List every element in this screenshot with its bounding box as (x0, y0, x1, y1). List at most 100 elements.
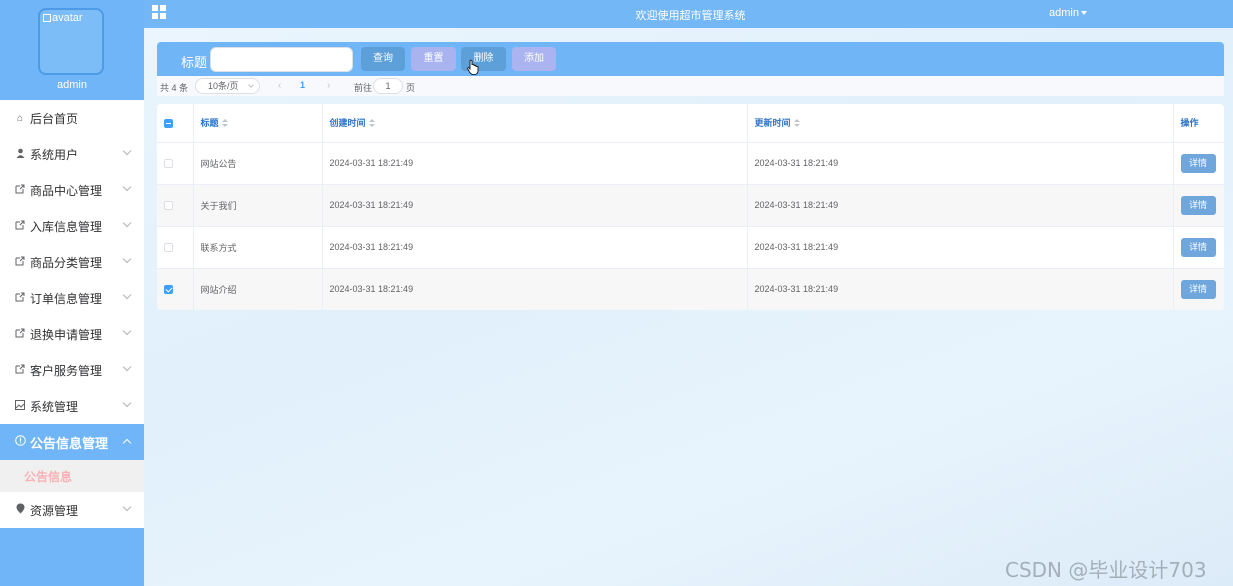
sidebar-item-system-users[interactable]: 系统用户 (0, 136, 144, 172)
column-header-title[interactable]: 标题 (193, 104, 323, 143)
share-icon (14, 256, 26, 269)
share-icon (14, 364, 26, 377)
home-icon: ⌂ (16, 112, 24, 124)
chevron-down-icon (248, 82, 254, 88)
cell-updated: 2024-03-31 18:21:49 (747, 184, 1174, 227)
detail-button[interactable]: 详情 (1180, 195, 1216, 215)
chevron-down-icon (122, 182, 132, 192)
top-bar: 欢迎使用超市管理系统 admin (144, 0, 1233, 28)
table-row[interactable]: 联系方式 2024-03-31 18:21:49 2024-03-31 18:2… (157, 226, 1224, 269)
sidebar-item-customer-service[interactable]: 客户服务管理 (0, 352, 144, 388)
sidebar-item-label: 订单信息管理 (30, 291, 103, 306)
user-dropdown[interactable]: admin (1049, 7, 1087, 19)
watermark: CSDN @毕业设计703 (1005, 558, 1207, 582)
row-checkbox[interactable] (164, 201, 173, 211)
share-icon (14, 220, 26, 233)
chevron-down-icon (122, 398, 132, 408)
table-row[interactable]: 关于我们 2024-03-31 18:21:49 2024-03-31 18:2… (157, 184, 1224, 227)
row-checkbox[interactable] (164, 159, 173, 169)
sidebar-item-resources[interactable]: 资源管理 (0, 492, 144, 528)
broken-image-icon (43, 14, 51, 22)
row-checkbox[interactable] (164, 243, 173, 253)
total-count: 共 4 条 (160, 83, 189, 93)
cell-created: 2024-03-31 18:21:49 (322, 226, 748, 269)
sidebar-item-product-center[interactable]: 商品中心管理 (0, 172, 144, 208)
chevron-down-icon (122, 254, 132, 264)
detail-button[interactable]: 详情 (1180, 153, 1216, 173)
table-row[interactable]: 网站公告 2024-03-31 18:21:49 2024-03-31 18:2… (157, 142, 1224, 185)
chevron-down-icon (122, 502, 132, 512)
sidebar-menu: ⌂ 后台首页 系统用户 商品中心管理 入库信息管理 商品分类管理 订单信息管理 … (0, 100, 144, 528)
title-search-input[interactable] (210, 47, 353, 72)
picture-icon (14, 399, 26, 413)
user-icon (14, 148, 26, 161)
sort-icon[interactable] (221, 119, 228, 128)
table-header-row: 标题 创建时间 更新时间 操作 (157, 104, 1224, 143)
sidebar-username: admin (57, 79, 87, 91)
chevron-down-icon (122, 290, 132, 300)
select-all-cell[interactable] (157, 104, 194, 143)
avatar-alt-text: avatar (52, 12, 83, 24)
sort-icon[interactable] (368, 119, 375, 128)
reset-button[interactable]: 重置 (411, 47, 456, 71)
column-header-actions: 操作 (1173, 104, 1224, 143)
row-checkbox[interactable] (164, 285, 173, 295)
sidebar-item-label: 资源管理 (30, 503, 79, 518)
sidebar: avatar admin ⌂ 后台首页 系统用户 商品中心管理 入库信息管理 商… (0, 0, 144, 586)
chevron-up-icon (122, 438, 132, 448)
chevron-down-icon (122, 326, 132, 336)
cell-updated: 2024-03-31 18:21:49 (747, 226, 1174, 269)
column-header-updated[interactable]: 更新时间 (747, 104, 1174, 143)
cell-title: 网站公告 (193, 142, 323, 185)
sidebar-item-home[interactable]: ⌂ 后台首页 (0, 100, 144, 136)
table-row[interactable]: 网站介绍 2024-03-31 18:21:49 2024-03-31 18:2… (157, 268, 1224, 310)
sidebar-item-label: 商品分类管理 (30, 255, 103, 270)
main-content: 标题 查询 重置 删除 添加 共 4 条 10条/页 ‹ 1 › 前往 1 页 … (144, 28, 1233, 586)
sidebar-item-stock-in[interactable]: 入库信息管理 (0, 208, 144, 244)
select-all-checkbox[interactable] (164, 118, 173, 128)
sidebar-item-label: 公告信息管理 (30, 435, 109, 451)
sidebar-item-returns[interactable]: 退换申请管理 (0, 316, 144, 352)
share-icon (14, 292, 26, 305)
page-number-current[interactable]: 1 (300, 80, 305, 90)
sidebar-item-announcements[interactable]: 公告信息管理 (0, 424, 144, 460)
detail-button[interactable]: 详情 (1180, 279, 1216, 299)
user-name: admin (1049, 7, 1079, 19)
sidebar-item-label: 系统用户 (30, 147, 79, 162)
page-size-value: 10条/页 (208, 81, 239, 91)
chevron-down-icon (122, 218, 132, 228)
add-button[interactable]: 添加 (512, 47, 556, 71)
search-toolbar: 标题 查询 重置 删除 添加 (157, 42, 1224, 76)
avatar[interactable]: avatar (38, 8, 104, 75)
goto-page-input[interactable]: 1 (373, 78, 403, 94)
cell-updated: 2024-03-31 18:21:49 (747, 142, 1174, 185)
sidebar-item-orders[interactable]: 订单信息管理 (0, 280, 144, 316)
chevron-down-icon (122, 362, 132, 372)
cell-title: 关于我们 (193, 184, 323, 227)
column-header-created[interactable]: 创建时间 (322, 104, 748, 143)
detail-button[interactable]: 详情 (1180, 237, 1216, 257)
sort-icon[interactable] (793, 119, 800, 128)
cell-created: 2024-03-31 18:21:49 (322, 184, 748, 227)
cell-created: 2024-03-31 18:21:49 (322, 268, 748, 310)
prev-page-icon[interactable]: ‹ (278, 80, 281, 91)
query-button[interactable]: 查询 (361, 47, 405, 71)
sidebar-item-category[interactable]: 商品分类管理 (0, 244, 144, 280)
cell-created: 2024-03-31 18:21:49 (322, 142, 748, 185)
announcement-table: 标题 创建时间 更新时间 操作 网站公告 2024-03-31 18:21:49… (157, 104, 1224, 310)
sidebar-item-label: 退换申请管理 (30, 327, 103, 342)
location-icon (14, 503, 26, 517)
title-filter-label: 标题 (181, 55, 208, 70)
sidebar-item-system-management[interactable]: 系统管理 (0, 388, 144, 424)
sidebar-item-label: 后台首页 (30, 111, 79, 126)
page-size-select[interactable]: 10条/页 (195, 78, 260, 94)
submenu-item-announcement-info[interactable]: 公告信息 (0, 460, 144, 492)
page-suffix: 页 (406, 83, 416, 93)
hand-cursor-icon (467, 59, 479, 75)
share-icon (14, 328, 26, 341)
sidebar-item-label: 客户服务管理 (30, 363, 103, 378)
cell-title: 联系方式 (193, 226, 323, 269)
info-icon (14, 435, 26, 449)
next-page-icon[interactable]: › (327, 80, 330, 91)
pagination: 共 4 条 10条/页 ‹ 1 › 前往 1 页 (157, 76, 1224, 96)
